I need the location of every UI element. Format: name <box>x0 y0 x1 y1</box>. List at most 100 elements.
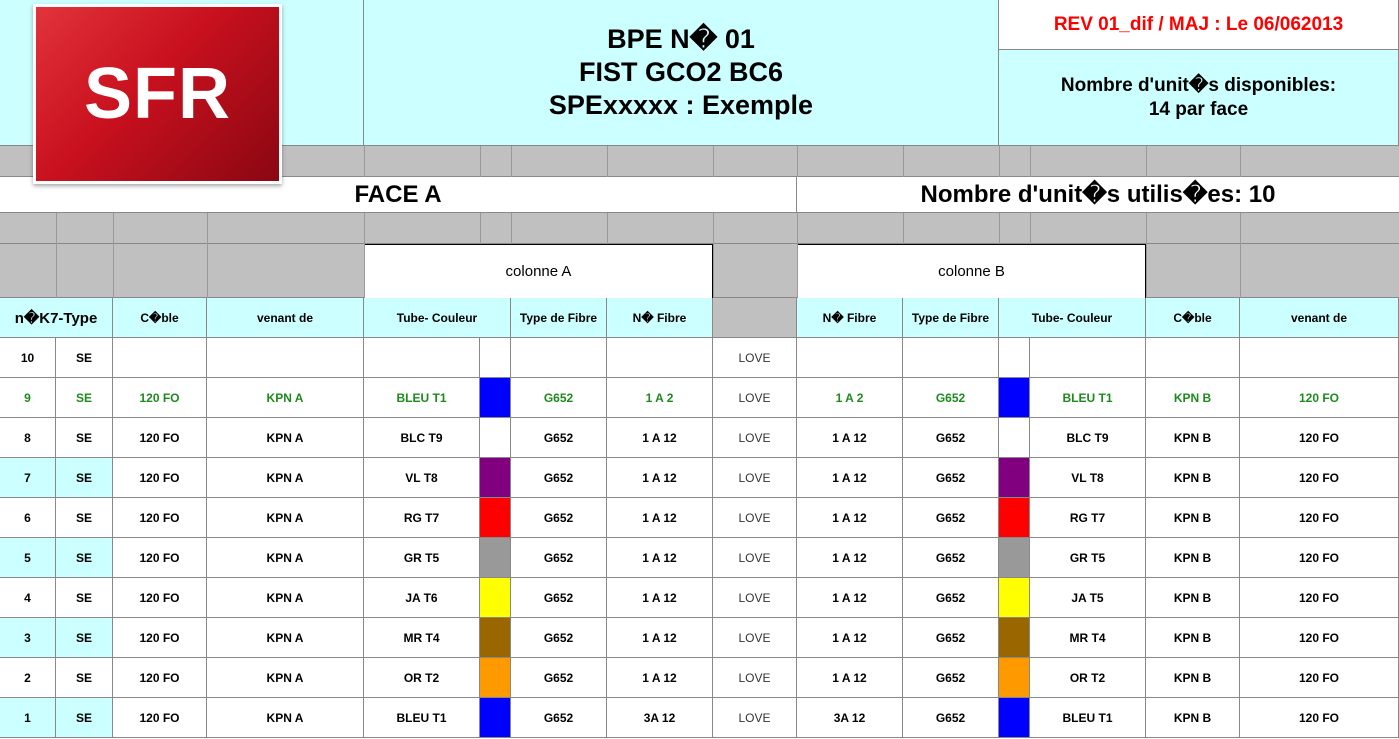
cable-b: KPN B <box>1146 698 1240 738</box>
units-available-line2: 14 par face <box>1148 98 1249 120</box>
venant-a: KPN A <box>207 378 364 418</box>
grid-line <box>113 244 114 298</box>
cable-b: KPN B <box>1146 658 1240 698</box>
grid-line <box>364 213 365 244</box>
tube-b-color-swatch <box>999 698 1030 738</box>
venant-b: 120 FO <box>1240 698 1399 738</box>
k7-number: 2 <box>0 658 56 698</box>
k7-number: 10 <box>0 338 56 378</box>
fibre-a: 1 A 12 <box>607 578 713 618</box>
fibre-type-a: G652 <box>511 658 607 698</box>
grid-line <box>903 213 904 244</box>
venant-a: KPN A <box>207 418 364 458</box>
love-cell: LOVE <box>713 418 797 458</box>
fibre-a: 1 A 12 <box>607 458 713 498</box>
grid-line <box>113 213 114 244</box>
tube-a: BLEU T1 <box>364 378 480 418</box>
tube-b-color-swatch <box>999 338 1030 378</box>
revision-label: REV 01_dif / MAJ : Le 06/062013 <box>999 0 1399 50</box>
grid-line <box>207 213 208 244</box>
tube-a-color-swatch <box>480 658 511 698</box>
tube-b <box>1030 338 1146 378</box>
fibre-b: 1 A 12 <box>797 418 903 458</box>
column-header-row: n�K7-Type C�ble venant de Tube- Couleur … <box>0 298 1399 338</box>
venant-a: KPN A <box>207 458 364 498</box>
venant-b: 120 FO <box>1240 658 1399 698</box>
fibre-type-b: G652 <box>903 458 999 498</box>
grid-line <box>1240 146 1241 177</box>
units-available-line1: Nombre d'unit�s disponibles: <box>1060 74 1337 96</box>
cable-a: 120 FO <box>113 458 207 498</box>
colonne-a-label: colonne A <box>364 244 713 299</box>
fibre-type-b: G652 <box>903 538 999 578</box>
grid-line <box>607 146 608 177</box>
col-n-fibre-a: N� Fibre <box>607 298 713 338</box>
love-cell: LOVE <box>713 378 797 418</box>
fibre-type-a <box>511 338 607 378</box>
k7-type: SE <box>56 578 113 618</box>
venant-b: 120 FO <box>1240 458 1399 498</box>
fibre-a <box>607 338 713 378</box>
grid-line <box>797 244 798 298</box>
tube-a: JA T6 <box>364 578 480 618</box>
venant-a: KPN A <box>207 698 364 738</box>
k7-type: SE <box>56 458 113 498</box>
cable-b: KPN B <box>1146 618 1240 658</box>
cable-b: KPN B <box>1146 538 1240 578</box>
table-row: 8 SE 120 FO KPN A BLC T9 G652 1 A 12 LOVE 1 A 12… <box>0 418 1399 458</box>
table-row: 6 SE 120 FO KPN A RG T7 G652 1 A 12 LOVE 1 A 12 G… <box>0 498 1399 538</box>
tube-b: OR T2 <box>1030 658 1146 698</box>
fibre-a: 1 A 12 <box>607 498 713 538</box>
tube-a-color-swatch <box>480 538 511 578</box>
grid-line <box>1146 213 1147 244</box>
table-row: 3 SE 120 FO KPN A MR T4 G652 1 A 12 LOVE 1 A 12 G… <box>0 618 1399 658</box>
love-cell: LOVE <box>713 498 797 538</box>
col-venant-a: venant de <box>207 298 364 338</box>
grid-line <box>713 213 714 244</box>
tube-a-color-swatch <box>480 618 511 658</box>
cable-a: 120 FO <box>113 578 207 618</box>
document-title-block: BPE N� 01 FIST GCO2 BC6 SPExxxxx : Exemp… <box>364 0 999 146</box>
venant-a: KPN A <box>207 658 364 698</box>
venant-b: 120 FO <box>1240 378 1399 418</box>
tube-b: RG T7 <box>1030 498 1146 538</box>
cable-b: KPN B <box>1146 498 1240 538</box>
table-row: 9 SE 120 FO KPN A BLEU T1 G652 1 A 2 LOVE 1 A 2G… <box>0 378 1399 418</box>
fibre-type-a: G652 <box>511 378 607 418</box>
tube-a-color-swatch <box>480 418 511 458</box>
colonne-b-label: colonne B <box>797 244 1146 299</box>
fibre-type-a: G652 <box>511 538 607 578</box>
k7-number: 7 <box>0 458 56 498</box>
grid-line <box>999 146 1000 177</box>
cable-b: KPN B <box>1146 378 1240 418</box>
venant-b: 120 FO <box>1240 618 1399 658</box>
grid-line <box>797 146 798 177</box>
tube-b: BLC T9 <box>1030 418 1146 458</box>
fibre-b: 1 A 12 <box>797 538 903 578</box>
tube-b-color-swatch <box>999 618 1030 658</box>
cable-a: 120 FO <box>113 538 207 578</box>
k7-type: SE <box>56 418 113 458</box>
fibre-type-b: G652 <box>903 418 999 458</box>
k7-number: 3 <box>0 618 56 658</box>
fibre-a: 1 A 12 <box>607 658 713 698</box>
grid-line <box>903 146 904 177</box>
grid-line <box>364 146 365 177</box>
cable-b: KPN B <box>1146 418 1240 458</box>
grid-line <box>797 213 798 244</box>
love-cell: LOVE <box>713 658 797 698</box>
love-cell: LOVE <box>713 338 797 378</box>
fibre-b <box>797 338 903 378</box>
col-tube-b: Tube- Couleur <box>999 298 1146 338</box>
venant-a: KPN A <box>207 498 364 538</box>
tube-b: VL T8 <box>1030 458 1146 498</box>
fibre-a: 1 A 12 <box>607 618 713 658</box>
grid-line <box>511 146 512 177</box>
grid-line <box>713 244 714 298</box>
tube-b: BLEU T1 <box>1030 378 1146 418</box>
tube-a: BLC T9 <box>364 418 480 458</box>
table-row: 2 SE 120 FO KPN A OR T2 G652 1 A 12 LOVE 1 A 12 G… <box>0 658 1399 698</box>
fibre-type-b: G652 <box>903 618 999 658</box>
fibre-type-b <box>903 338 999 378</box>
k7-type: SE <box>56 698 113 738</box>
